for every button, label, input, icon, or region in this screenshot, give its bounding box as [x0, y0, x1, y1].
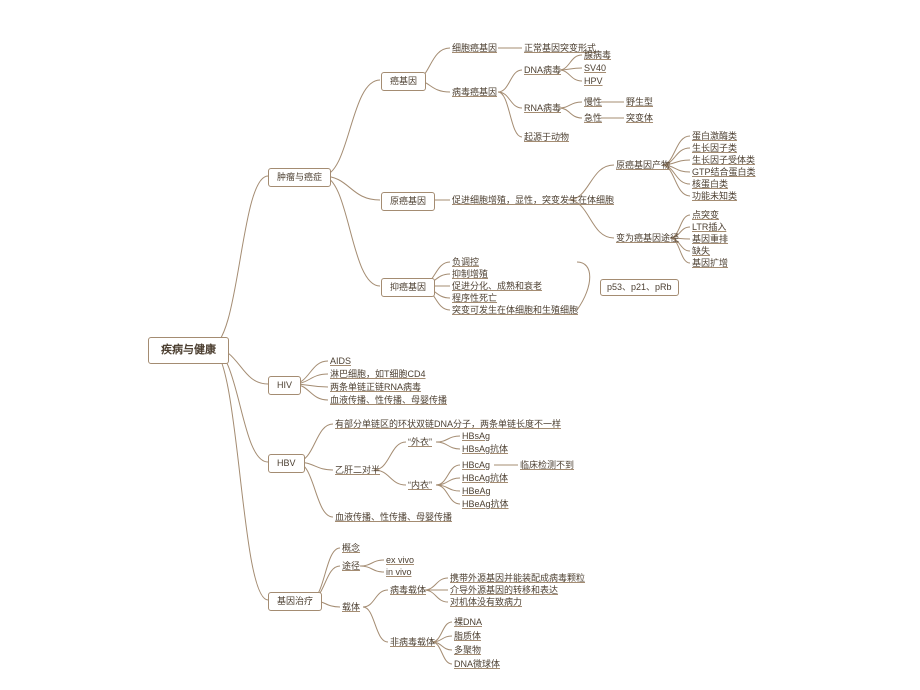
- leaf: in vivo: [386, 567, 412, 578]
- leaf: HBsAg: [462, 431, 490, 442]
- leaf: 生长因子类: [692, 143, 737, 154]
- leaf: “内衣”: [408, 480, 432, 491]
- leaf: 突变体: [626, 113, 653, 124]
- branch-gene-therapy: 基因治疗: [268, 592, 322, 611]
- leaf: GTP结合蛋白类: [692, 167, 756, 178]
- leaf: 细胞癌基因: [452, 43, 497, 54]
- leaf: 病毒癌基因: [452, 87, 497, 98]
- leaf: 慢性: [584, 97, 602, 108]
- leaf: 负调控: [452, 257, 479, 268]
- leaf: 淋巴细胞，如T细胞CD4: [330, 369, 426, 380]
- leaf: 对机体没有致病力: [450, 597, 522, 608]
- leaf: 原癌基因产物: [616, 160, 670, 171]
- node-proto: 原癌基因: [381, 192, 435, 211]
- leaf: HBsAg抗体: [462, 444, 508, 455]
- leaf: 抑制增殖: [452, 269, 488, 280]
- leaf: HPV: [584, 76, 603, 87]
- leaf: 载体: [342, 602, 360, 613]
- node-oncogene: 癌基因: [381, 72, 426, 91]
- node-suppressor: 抑癌基因: [381, 278, 435, 297]
- leaf: 突变可发生在体细胞和生殖细胞: [452, 305, 578, 316]
- leaf: 程序性死亡: [452, 293, 497, 304]
- leaf: SV40: [584, 63, 606, 74]
- leaf: “外衣”: [408, 437, 432, 448]
- leaf: 血液传播、性传播、母婴传播: [330, 395, 447, 406]
- leaf: HBeAg: [462, 486, 491, 497]
- leaf: 变为癌基因途径: [616, 233, 679, 244]
- leaf: RNA病毒: [524, 103, 561, 114]
- leaf: 促进细胞增殖，显性，突变发生在体细胞: [452, 195, 614, 206]
- leaf: 功能未知类: [692, 191, 737, 202]
- leaf: 点突变: [692, 210, 719, 221]
- leaf: 多聚物: [454, 645, 481, 656]
- branch-hbv: HBV: [268, 454, 305, 473]
- leaf: 促进分化、成熟和衰老: [452, 281, 542, 292]
- leaf: DNA病毒: [524, 65, 561, 76]
- leaf: 途径: [342, 561, 360, 572]
- leaf: 血液传播、性传播、母婴传播: [335, 512, 452, 523]
- leaf: 概念: [342, 543, 360, 554]
- leaf: 临床检测不到: [520, 460, 574, 471]
- branch-tumor: 肿瘤与癌症: [268, 168, 331, 187]
- leaf: HBeAg抗体: [462, 499, 509, 510]
- leaf: 非病毒载体: [390, 637, 435, 648]
- leaf: 携带外源基因并能装配成病毒颗粒: [450, 573, 585, 584]
- leaf: 野生型: [626, 97, 653, 108]
- leaf: 介导外源基因的转移和表达: [450, 585, 558, 596]
- leaf: DNA微球体: [454, 659, 500, 670]
- leaf: 腺病毒: [584, 50, 611, 61]
- leaf: 急性: [584, 113, 602, 124]
- branch-hiv: HIV: [268, 376, 301, 395]
- leaf: 基因重排: [692, 234, 728, 245]
- leaf: 有部分单链区的环状双链DNA分子，两条单链长度不一样: [335, 419, 561, 430]
- leaf: LTR插入: [692, 222, 726, 233]
- leaf: 生长因子受体类: [692, 155, 755, 166]
- leaf: 起源于动物: [524, 132, 569, 143]
- leaf: HBcAg: [462, 460, 490, 471]
- leaf: 裸DNA: [454, 617, 482, 628]
- leaf: 乙肝二对半: [335, 465, 380, 476]
- annot-suppressor: p53、p21、pRb: [600, 279, 679, 296]
- leaf: ex vivo: [386, 555, 414, 566]
- leaf: AIDS: [330, 356, 351, 367]
- leaf: 缺失: [692, 246, 710, 257]
- leaf: 病毒载体: [390, 585, 426, 596]
- leaf: 两条单链正链RNA病毒: [330, 382, 421, 393]
- leaf: 脂质体: [454, 631, 481, 642]
- leaf: 蛋白激酶类: [692, 131, 737, 142]
- leaf: HBcAg抗体: [462, 473, 508, 484]
- leaf: 核蛋白类: [692, 179, 728, 190]
- leaf: 基因扩增: [692, 258, 728, 269]
- root-node: 疾病与健康: [148, 337, 229, 364]
